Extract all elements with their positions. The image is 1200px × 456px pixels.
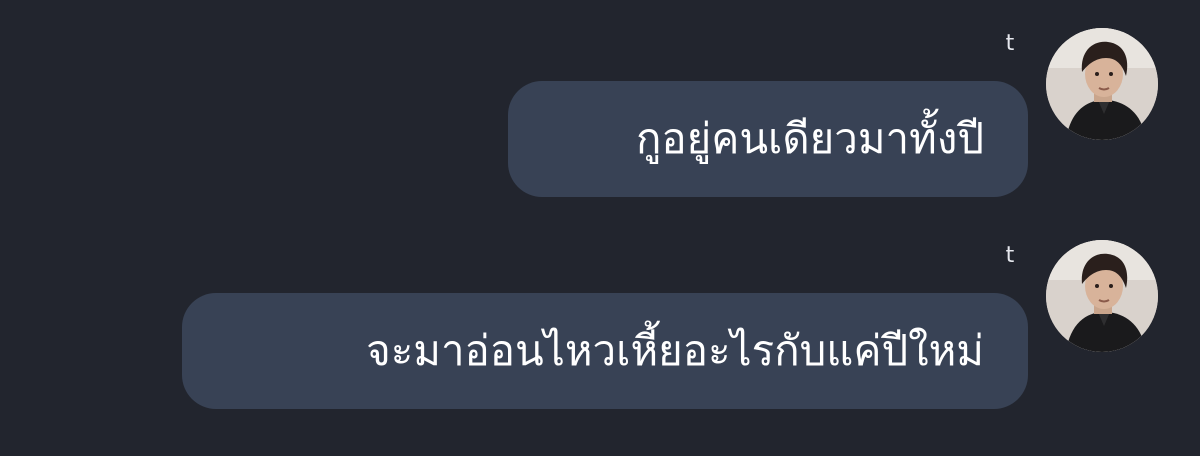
message-text: กูอยู่คนเดียวมาทั้งปี bbox=[635, 114, 984, 163]
message-row: t กูอยู่คนเดียวมาทั้งปี bbox=[0, 28, 1200, 228]
sender-name: t bbox=[1005, 31, 1015, 56]
message-text: จะมาอ่อนไหวเหี้ยอะไรกับแค่ปีใหม่ bbox=[366, 326, 984, 375]
sender-name: t bbox=[1005, 243, 1015, 268]
message-bubble[interactable]: จะมาอ่อนไหวเหี้ยอะไรกับแค่ปีใหม่ bbox=[182, 293, 1028, 409]
user-avatar-icon[interactable] bbox=[1046, 240, 1158, 352]
avatar-image bbox=[1046, 28, 1158, 140]
user-avatar-icon[interactable] bbox=[1046, 28, 1158, 140]
avatar-image bbox=[1046, 240, 1158, 352]
chat-area: t กูอยู่คนเดียวมาทั้งปี t จะมาอ่อนไหวเหี… bbox=[0, 0, 1200, 456]
message-bubble[interactable]: กูอยู่คนเดียวมาทั้งปี bbox=[508, 81, 1028, 197]
message-row: t จะมาอ่อนไหวเหี้ยอะไรกับแค่ปีใหม่ bbox=[0, 240, 1200, 440]
